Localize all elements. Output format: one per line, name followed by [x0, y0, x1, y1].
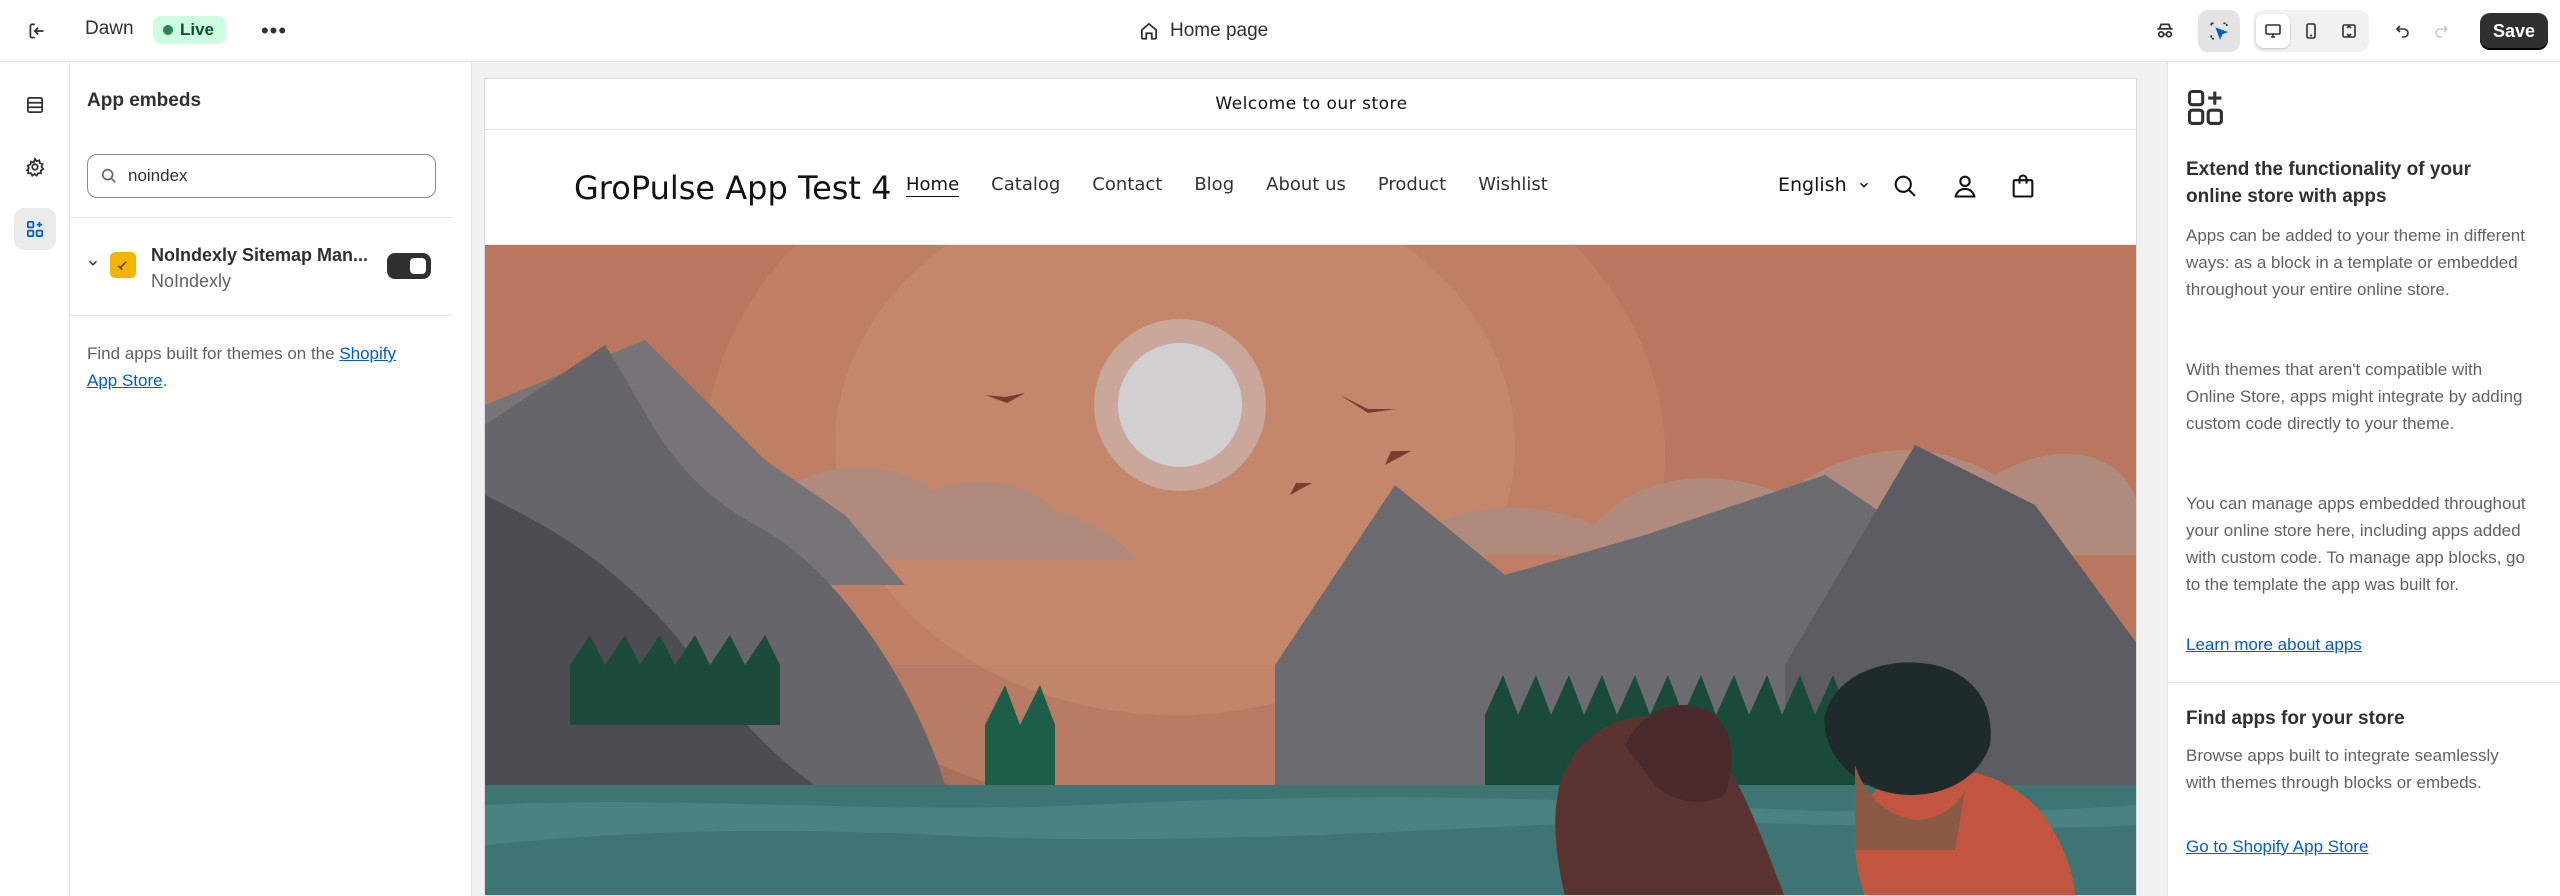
apps-info-paragraph: You can manage apps embedded throughout …: [2186, 494, 2526, 594]
fullscreen-icon: [2342, 24, 2356, 38]
inspector-toggle-button[interactable]: [2198, 10, 2240, 52]
chevron-down-icon: [1859, 182, 1868, 188]
chevron-down-icon: [89, 260, 97, 266]
cart-button[interactable]: [2003, 166, 2043, 206]
announcement-bar: Welcome to our store: [485, 79, 2136, 130]
app-embeds-panel: App embeds NoIndexly Sitemap Man... NoIn…: [70, 62, 472, 896]
language-selector[interactable]: English: [1778, 174, 1871, 196]
device-view-toggle: [2253, 10, 2369, 52]
hero-illustration: [485, 245, 2136, 895]
home-icon: [1140, 22, 1158, 40]
incognito-icon: [2157, 23, 2173, 38]
language-label: English: [1778, 174, 1847, 196]
store-header: GroPulse App Test 4 Home Catalog Contact…: [485, 131, 2136, 245]
history-controls: [2383, 10, 2461, 52]
account-button[interactable]: [1945, 166, 1985, 206]
undo-button[interactable]: [2386, 14, 2420, 48]
live-badge: Live: [153, 16, 227, 44]
store-nav: Home Catalog Contact Blog About us Produ…: [906, 174, 1548, 195]
mobile-view-button[interactable]: [2294, 14, 2328, 48]
theme-name: Dawn: [85, 18, 134, 39]
preview-as-customer-button[interactable]: [2147, 13, 2183, 49]
gear-icon: [25, 156, 45, 178]
find-apps-paragraph: Browse apps built to integrate seamlessl…: [2186, 746, 2499, 792]
store-logo[interactable]: GroPulse App Test 4: [574, 169, 892, 207]
divider: [70, 217, 452, 218]
mobile-icon: [2306, 23, 2316, 39]
redo-icon: [2435, 25, 2449, 38]
theme-settings-nav-button[interactable]: [14, 146, 56, 188]
app-name: NoIndexly Sitemap Man...: [151, 245, 369, 265]
nav-about-us[interactable]: About us: [1266, 174, 1346, 195]
nav-product[interactable]: Product: [1378, 174, 1446, 195]
exit-icon: [29, 23, 44, 39]
editor-nav-rail: [0, 62, 70, 896]
app-search-field[interactable]: [87, 154, 436, 198]
divider: [70, 315, 452, 316]
search-icon: [101, 168, 116, 183]
apps-info-paragraph: Apps can be added to your theme in diffe…: [2186, 226, 2525, 299]
exit-editor-button[interactable]: [20, 14, 54, 48]
sections-icon: [26, 96, 44, 114]
nav-catalog[interactable]: Catalog: [991, 174, 1060, 195]
save-button[interactable]: Save: [2480, 13, 2548, 50]
find-apps-suffix: .: [162, 371, 168, 390]
app-embed-row: NoIndexly Sitemap Man... NoIndexly: [82, 240, 462, 300]
panel-title: App embeds: [87, 90, 202, 111]
store-search-button[interactable]: [1885, 166, 1925, 206]
search-icon: [1894, 175, 1916, 197]
expand-app-button[interactable]: [84, 254, 102, 272]
editor-topbar: Dawn Live ••• Home page Save: [0, 0, 2560, 62]
storefront-preview: Welcome to our store GroPulse App Test 4…: [484, 78, 2137, 896]
sections-nav-button[interactable]: [14, 84, 56, 126]
nav-contact[interactable]: Contact: [1092, 174, 1162, 195]
toggle-knob: [410, 258, 426, 274]
apps-info-panel: Extend the functionality of your online …: [2167, 62, 2560, 896]
app-embeds-nav-button[interactable]: [14, 208, 56, 250]
go-to-app-store-link[interactable]: Go to Shopify App Store: [2186, 837, 2368, 857]
bag-icon: [2012, 174, 2034, 198]
nav-blog[interactable]: Blog: [1194, 174, 1234, 195]
app-search-input[interactable]: [128, 166, 408, 186]
nav-wishlist[interactable]: Wishlist: [1478, 174, 1548, 195]
nav-home[interactable]: Home: [906, 174, 959, 195]
desktop-view-button[interactable]: [2256, 14, 2290, 48]
fullscreen-view-button[interactable]: [2332, 14, 2366, 48]
find-apps-note: Find apps built for themes on the Shopif…: [87, 340, 427, 394]
more-actions-button[interactable]: •••: [256, 14, 292, 48]
app-vendor: NoIndexly: [151, 271, 232, 291]
desktop-icon: [2265, 24, 2281, 38]
learn-more-link[interactable]: Learn more about apps: [2186, 635, 2362, 655]
find-apps-text: Find apps built for themes on the: [87, 344, 340, 363]
redo-button[interactable]: [2424, 14, 2458, 48]
cursor-select-icon: [2210, 22, 2229, 40]
app-logo-icon: [110, 252, 136, 278]
apps-info-paragraph: With themes that aren't compatible with …: [2186, 360, 2523, 433]
find-apps-heading: Find apps for your store: [2186, 708, 2405, 729]
app-embed-toggle[interactable]: [387, 253, 431, 279]
live-dot-icon: [163, 25, 173, 35]
divider: [2168, 682, 2560, 683]
page-selector-label: Home page: [1170, 20, 1269, 41]
live-badge-label: Live: [180, 20, 215, 39]
apps-info-heading: Extend the functionality of your online …: [2186, 159, 2472, 207]
undo-icon: [2395, 25, 2409, 38]
apps-icon: [26, 220, 44, 238]
user-icon: [1954, 175, 1976, 198]
apps-icon: [2187, 89, 2223, 125]
page-selector[interactable]: Home page: [1138, 14, 1268, 48]
link-icon: [117, 261, 127, 271]
apps-large-icon: [2184, 86, 2228, 135]
